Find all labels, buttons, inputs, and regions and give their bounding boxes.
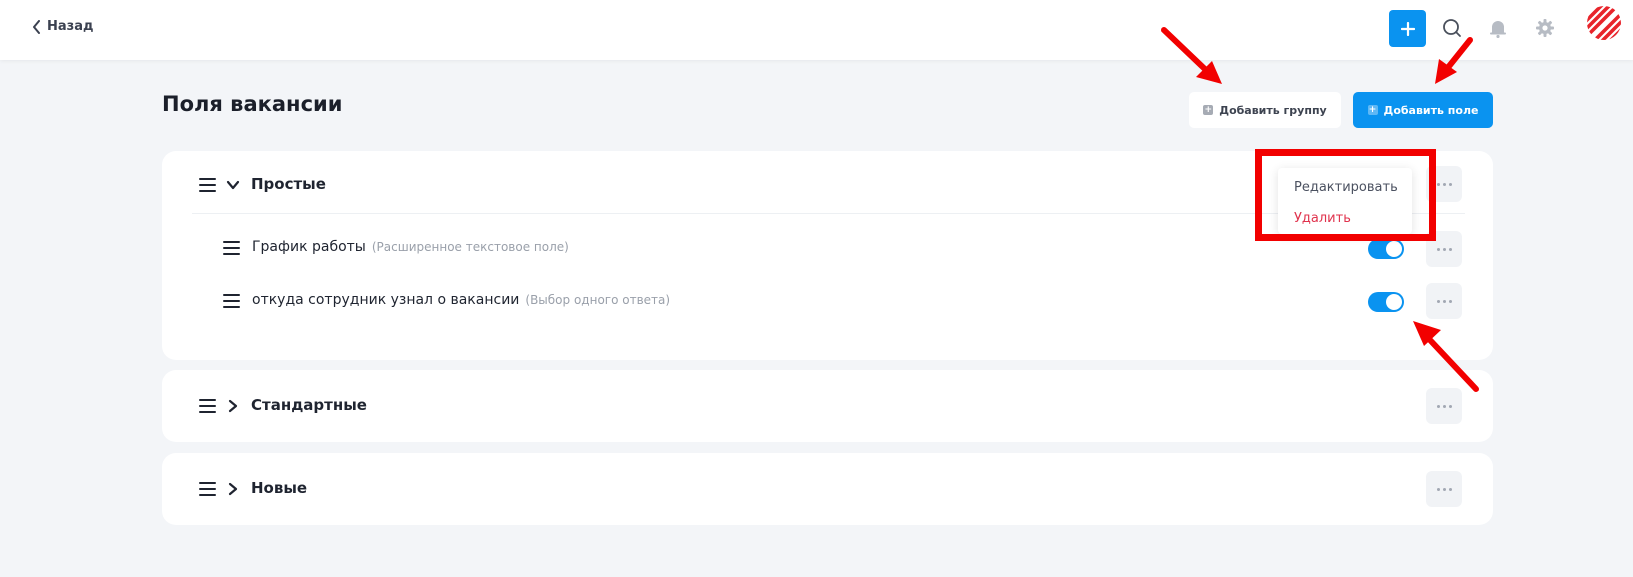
chevron-right-icon[interactable] [226, 482, 240, 496]
group-title: Новые [251, 479, 308, 497]
drag-handle-icon[interactable] [223, 241, 240, 255]
chevron-left-icon [33, 19, 40, 34]
gear-icon [1536, 19, 1554, 37]
field-name: График работы [252, 239, 366, 255]
bell-icon [1490, 21, 1506, 38]
field-toggle[interactable] [1368, 292, 1404, 312]
notifications-button[interactable] [1487, 17, 1509, 39]
group-title: Простые [251, 175, 326, 193]
add-icon [1400, 21, 1415, 36]
field-type: (Расширенное текстовое поле) [371, 240, 569, 254]
field-row: откуда сотрудник узнал о вакансии (Выбор … [252, 292, 670, 308]
plus-square-icon: + [1203, 105, 1214, 115]
group-more-button[interactable] [1426, 388, 1462, 424]
search-button[interactable] [1441, 17, 1463, 39]
add-group-label: Добавить группу [1219, 103, 1327, 117]
field-more-button[interactable] [1426, 283, 1462, 319]
top-add-button[interactable] [1389, 10, 1426, 47]
field-toggle[interactable] [1368, 239, 1404, 259]
search-icon [1443, 19, 1461, 37]
annotation-highlight-box [1255, 149, 1436, 241]
add-group-button[interactable]: + Добавить группу [1189, 92, 1341, 128]
drag-handle-icon[interactable] [199, 178, 216, 192]
logo-icon[interactable] [1587, 6, 1621, 40]
field-type: (Выбор одного ответа) [525, 293, 671, 307]
add-field-button[interactable]: + Добавить поле [1353, 92, 1493, 128]
back-label: Назад [47, 19, 94, 34]
group-title: Стандартные [251, 396, 367, 414]
top-bar: Назад [0, 0, 1633, 60]
drag-handle-icon[interactable] [199, 399, 216, 413]
add-field-label: Добавить поле [1383, 103, 1479, 117]
settings-button[interactable] [1534, 17, 1556, 39]
drag-handle-icon[interactable] [223, 294, 240, 308]
group-more-button[interactable] [1426, 471, 1462, 507]
plus-square-icon: + [1367, 105, 1378, 115]
field-name: откуда сотрудник узнал о вакансии [252, 292, 520, 308]
back-link[interactable]: Назад [32, 19, 93, 34]
field-row: График работы (Расширенное текстовое поле… [252, 239, 569, 255]
chevron-down-icon[interactable] [226, 178, 240, 192]
group-card-standard: Стандартные [162, 370, 1493, 442]
chevron-right-icon[interactable] [226, 399, 240, 413]
page-title: Поля вакансии [162, 92, 343, 116]
group-card-new: Новые [162, 453, 1493, 525]
drag-handle-icon[interactable] [199, 482, 216, 496]
